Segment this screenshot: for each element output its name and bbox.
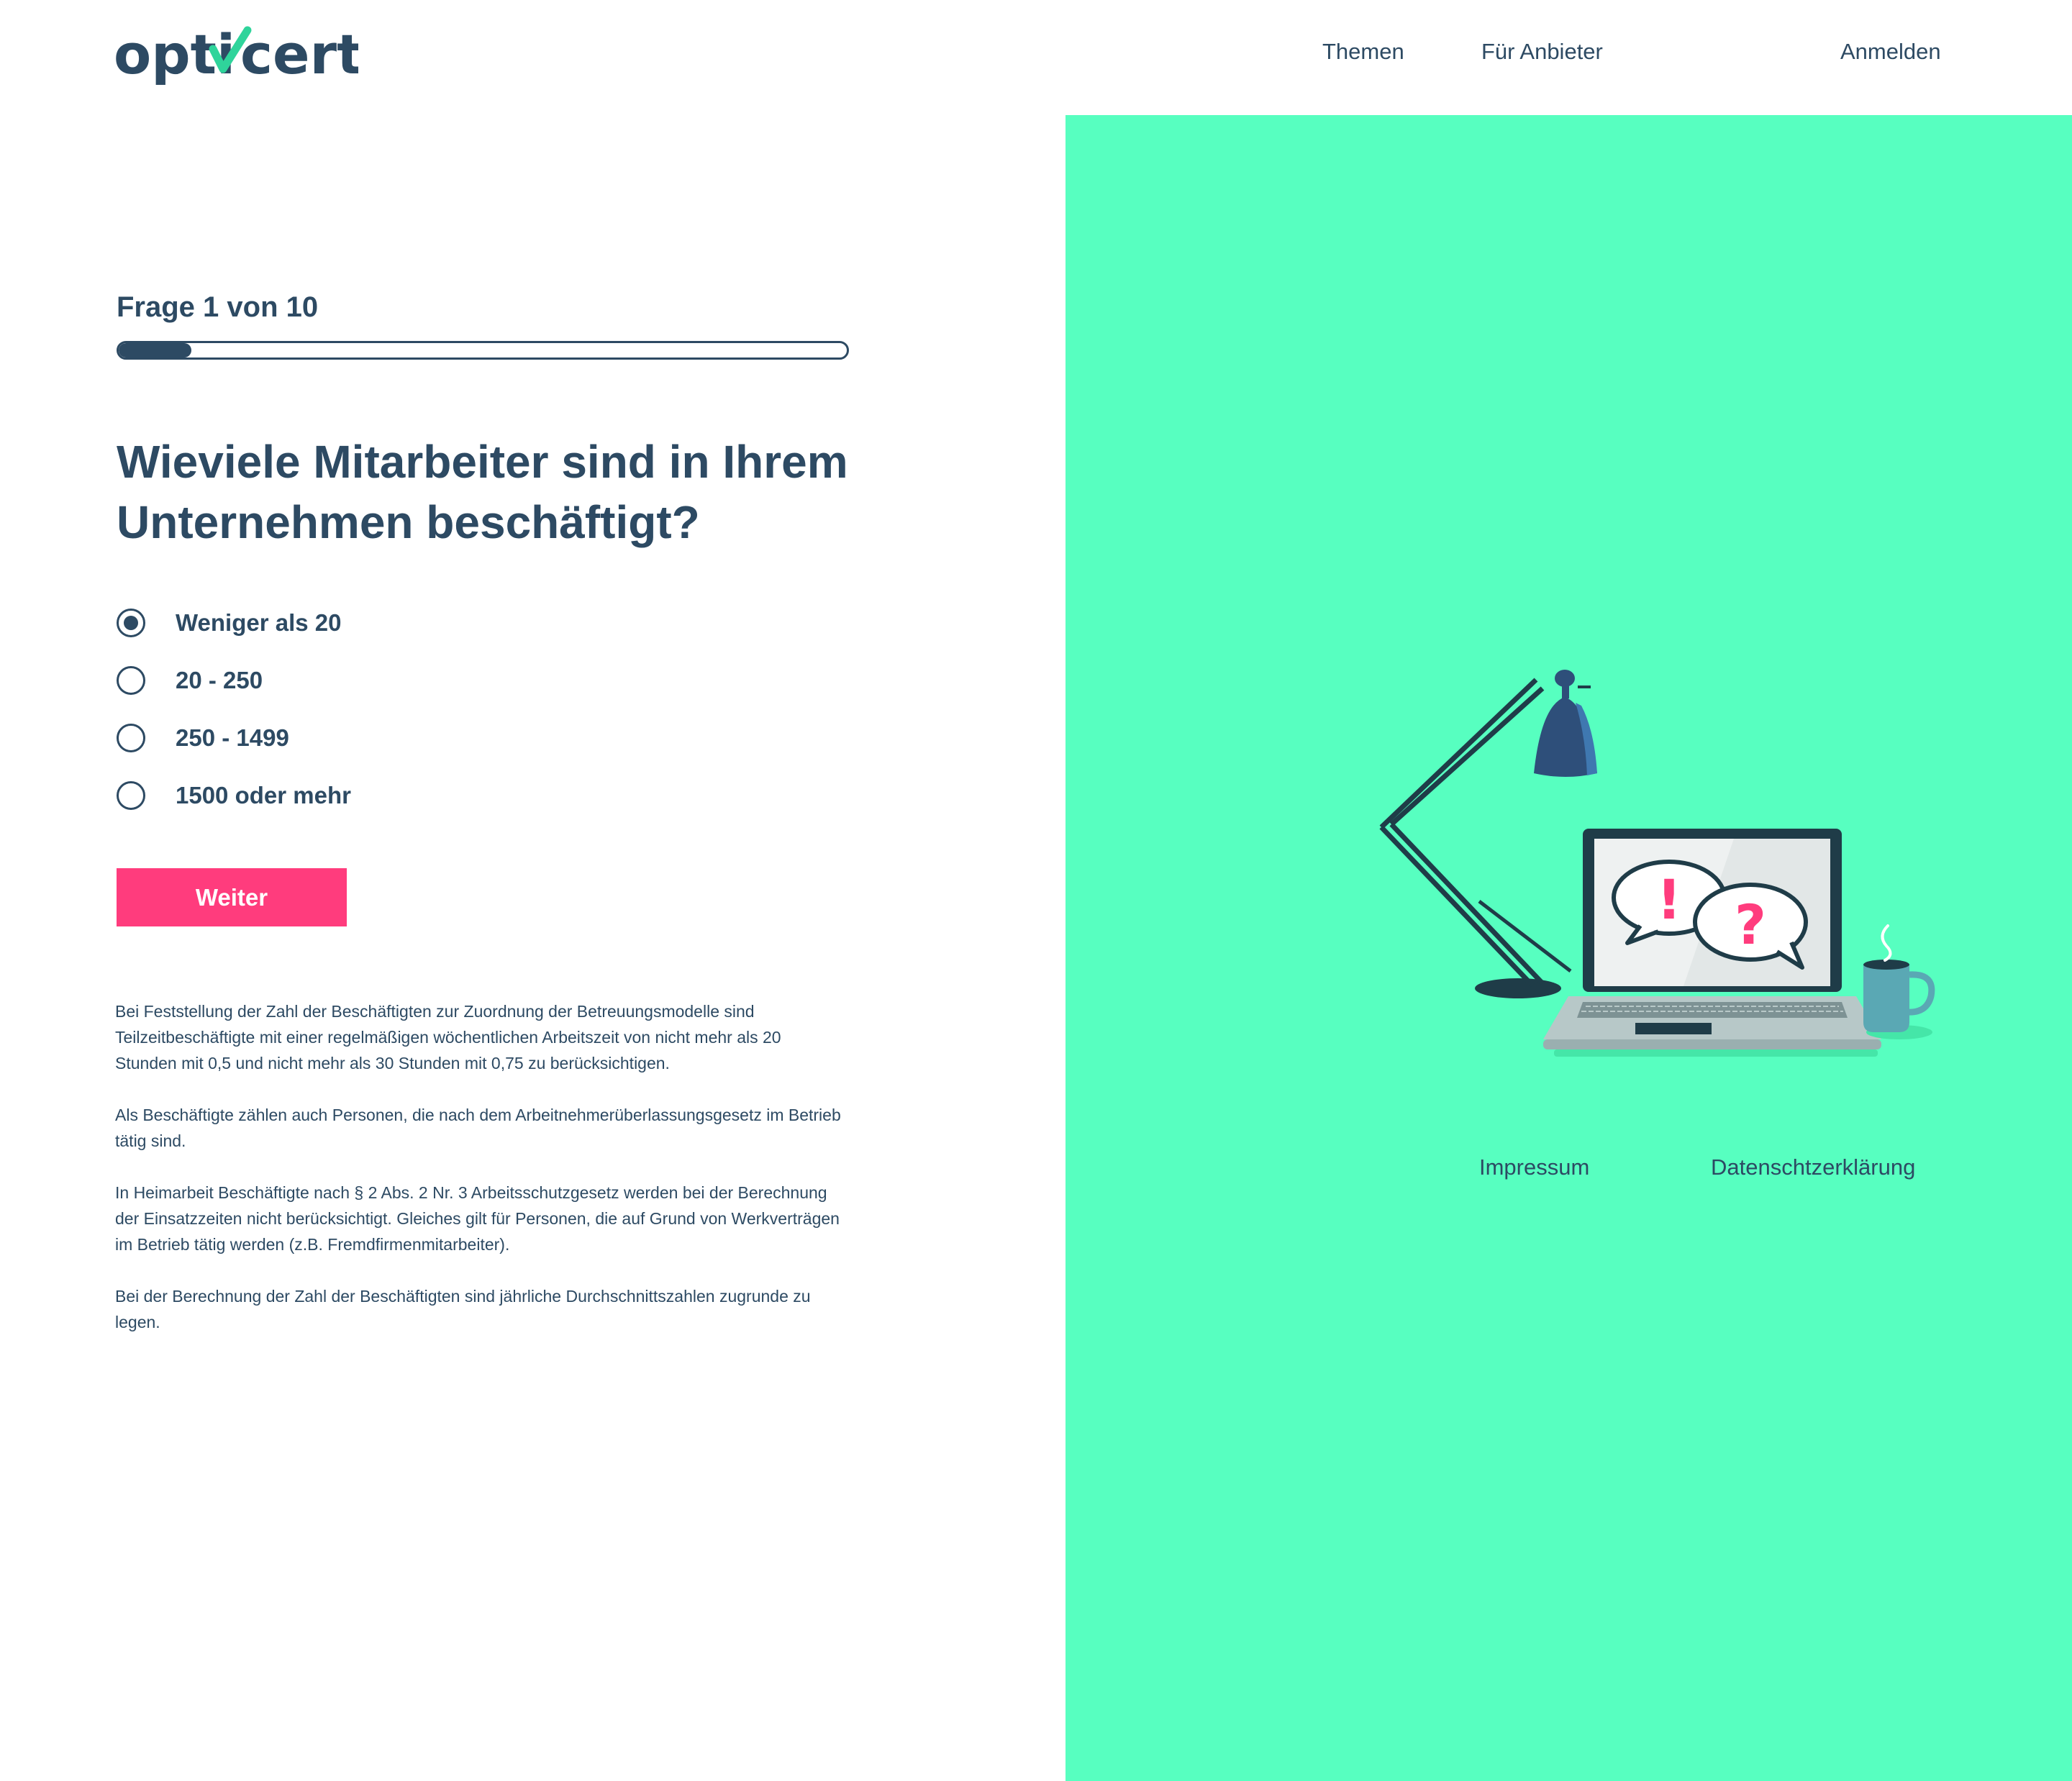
radio-button[interactable] — [117, 724, 145, 752]
progress-bar — [117, 341, 849, 360]
radio-button[interactable] — [117, 781, 145, 810]
info-paragraph: Bei der Berechnung der Zahl der Beschäft… — [115, 1287, 811, 1331]
option-label: 1500 oder mehr — [176, 782, 351, 808]
option-weniger-als-20[interactable]: Weniger als 20 — [117, 609, 351, 637]
radio-selected-dot — [124, 616, 138, 630]
nav-link-themen[interactable]: Themen — [1322, 39, 1404, 65]
info-paragraph: In Heimarbeit Beschäftigte nach § 2 Abs.… — [115, 1183, 840, 1254]
radio-button[interactable] — [117, 666, 145, 695]
logo-text-cert: cert — [240, 22, 358, 86]
progress-label: Frage 1 von 10 — [117, 291, 319, 323]
desk-illustration: ! ? — [1379, 670, 1935, 1057]
option-1500-oder-mehr[interactable]: 1500 oder mehr — [117, 781, 351, 810]
option-250-1499[interactable]: 250 - 1499 — [117, 724, 351, 752]
nav-link-fuer-anbieter[interactable]: Für Anbieter — [1481, 39, 1603, 65]
question-title: Wieviele Mitarbeiter sind in Ihrem Unter… — [117, 436, 848, 548]
exclamation-mark: ! — [1657, 867, 1682, 932]
option-label: 20 - 250 — [176, 667, 263, 693]
option-label: Weniger als 20 — [176, 609, 342, 636]
desk-lamp-icon — [1379, 670, 1597, 998]
option-20-250[interactable]: 20 - 250 — [117, 666, 351, 695]
opticert-logo[interactable]: opti cert — [114, 22, 358, 91]
weiter-button[interactable]: Weiter — [117, 868, 347, 926]
info-paragraph: Bei Feststellung der Zahl der Beschäftig… — [115, 1002, 781, 1072]
info-text: Bei Feststellung der Zahl der Beschäftig… — [115, 998, 842, 1361]
radio-button[interactable] — [117, 609, 145, 637]
question-mark: ? — [1735, 893, 1766, 957]
footer-link-datenschutz[interactable]: Datenschtzerklärung — [1711, 1154, 1915, 1180]
footer-link-impressum[interactable]: Impressum — [1479, 1154, 1589, 1180]
progress-bar-fill — [119, 343, 192, 357]
nav-link-anmelden[interactable]: Anmelden — [1840, 39, 1941, 65]
answer-options: Weniger als 20 20 - 250 250 - 1499 1500 … — [117, 609, 351, 839]
coffee-mug-icon — [1863, 924, 1935, 1039]
info-paragraph: Als Beschäftigte zählen auch Personen, d… — [115, 1106, 841, 1150]
option-label: 250 - 1499 — [176, 724, 289, 751]
